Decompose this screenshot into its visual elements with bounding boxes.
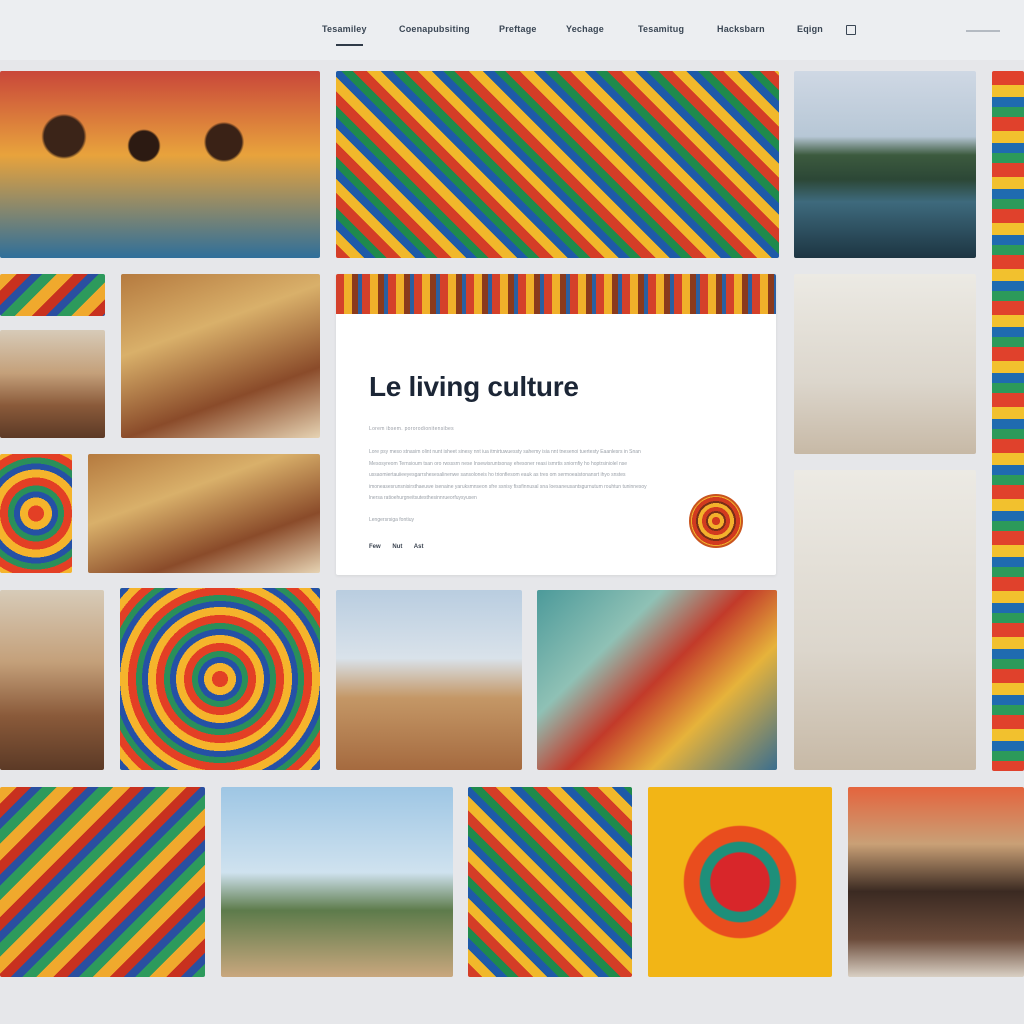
feature-body: Lore psy meso stnasim olint nunt isheet … — [369, 449, 647, 501]
photo-smiling-man[interactable] — [0, 590, 104, 770]
photo-musician[interactable] — [88, 454, 320, 573]
photo-sun-emblem[interactable] — [648, 787, 832, 977]
search-bar[interactable] — [966, 30, 1000, 32]
feature-card: Le living culture Lorem ibsem. pororodio… — [336, 274, 776, 575]
photo-mural[interactable] — [537, 590, 777, 770]
nav-item-1[interactable]: Tesamiley — [322, 24, 367, 46]
nav-item-3[interactable]: Preftage — [499, 24, 537, 34]
feature-actions: Few Nut Ast — [369, 544, 433, 550]
action-link-1[interactable]: Few — [369, 544, 381, 550]
photo-patterned-strip[interactable] — [992, 71, 1024, 771]
nav-item-6[interactable]: Hacksbarn — [717, 24, 765, 34]
nav-item-5[interactable]: Tesamitug — [638, 24, 684, 34]
photo-market-scene[interactable] — [0, 787, 205, 977]
medallion-emblem — [689, 494, 743, 548]
top-nav: Tesamiley Coenapubsiting Preftage Yechag… — [0, 0, 1024, 60]
photo-family-painting[interactable] — [468, 787, 632, 977]
photo-masked-figures[interactable] — [121, 274, 320, 438]
action-link-3[interactable]: Ast — [414, 544, 424, 550]
photo-dancers[interactable] — [336, 590, 522, 770]
nav-item-7[interactable]: Eqign — [797, 24, 823, 34]
feature-foot: Lengersrsiga fontiuy — [369, 517, 415, 523]
account-icon[interactable] — [846, 25, 856, 35]
nav-item-2[interactable]: Coenapubsiting — [399, 24, 470, 34]
photo-dancing-couple[interactable] — [794, 470, 976, 770]
feature-title: Le living culture — [369, 371, 579, 402]
feature-meta: Lorem ibsem. pororodionitensibes — [369, 426, 454, 432]
photo-painted-courtyard[interactable] — [336, 71, 779, 258]
photo-mandala-painting[interactable] — [120, 588, 320, 770]
photo-crowd[interactable] — [848, 787, 1024, 977]
photo-hillside[interactable] — [0, 330, 105, 438]
card-pattern-banner — [336, 274, 776, 314]
photo-group-portrait[interactable] — [0, 71, 320, 258]
photo-lake[interactable] — [794, 71, 976, 258]
photo-textile[interactable] — [0, 454, 72, 573]
action-link-2[interactable]: Nut — [392, 544, 402, 550]
photo-pattern-band[interactable] — [0, 274, 105, 316]
photo-woman-portrait[interactable] — [221, 787, 453, 977]
photo-celebration[interactable] — [794, 274, 976, 454]
nav-item-4[interactable]: Yechage — [566, 24, 604, 34]
